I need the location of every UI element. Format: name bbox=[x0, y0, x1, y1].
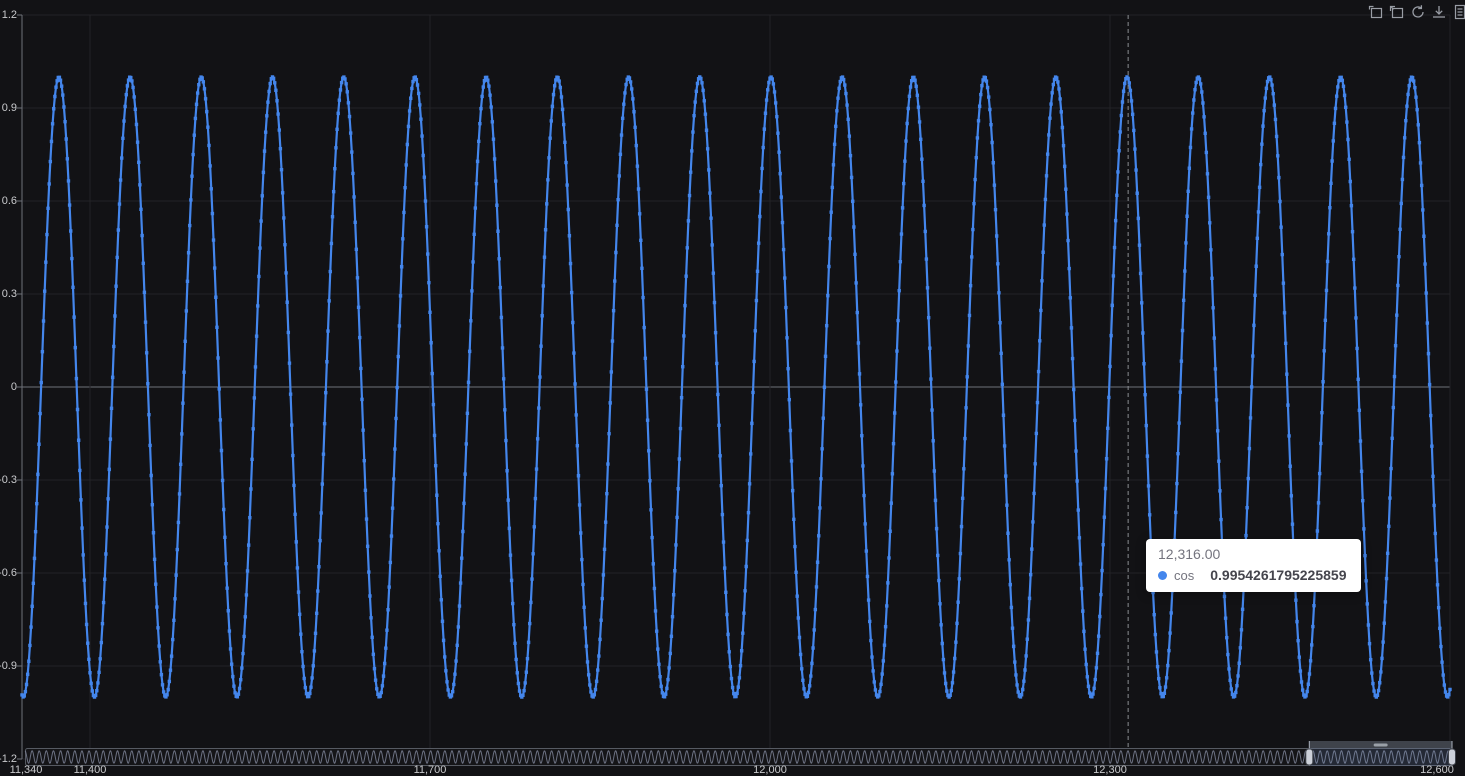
y-axis-tick-label: 0.3 bbox=[1, 288, 17, 300]
y-axis-tick-label: 1.2 bbox=[1, 9, 17, 21]
y-axis-tick-label: 0.9 bbox=[1, 102, 17, 114]
y-axis-tick-label: -0.9 bbox=[0, 660, 17, 672]
x-axis-tick-label: 11,700 bbox=[413, 764, 447, 776]
zoom-reset-icon[interactable] bbox=[1389, 4, 1405, 20]
chart-canvas[interactable] bbox=[0, 0, 1465, 775]
zoom-select-icon[interactable] bbox=[1368, 4, 1384, 20]
y-axis-tick-label: -0.6 bbox=[0, 567, 17, 579]
x-axis-tick-label: 12,300 bbox=[1093, 764, 1127, 776]
y-axis-tick-label: 0.6 bbox=[1, 195, 17, 207]
restore-icon[interactable] bbox=[1410, 4, 1426, 20]
data-view-icon[interactable] bbox=[1452, 4, 1465, 20]
x-axis-tick-label: 11,400 bbox=[73, 764, 107, 776]
toolbox bbox=[1368, 4, 1465, 20]
save-image-icon[interactable] bbox=[1431, 4, 1447, 20]
datazoom-right-handle[interactable] bbox=[1448, 748, 1456, 766]
y-axis-tick-label: -0.3 bbox=[0, 474, 17, 486]
x-axis-tick-label: 12,600 bbox=[1420, 764, 1454, 776]
y-axis-tick-label: 0 bbox=[10, 381, 17, 393]
x-axis-tick-label: 12,000 bbox=[753, 764, 787, 776]
datazoom-left-handle[interactable] bbox=[1305, 748, 1314, 766]
chart-stage: 1.20.90.60.30-0.3-0.6-0.9-1.2 11,34011,4… bbox=[0, 0, 1465, 776]
x-axis-tick-label: 11,340 bbox=[9, 764, 43, 776]
